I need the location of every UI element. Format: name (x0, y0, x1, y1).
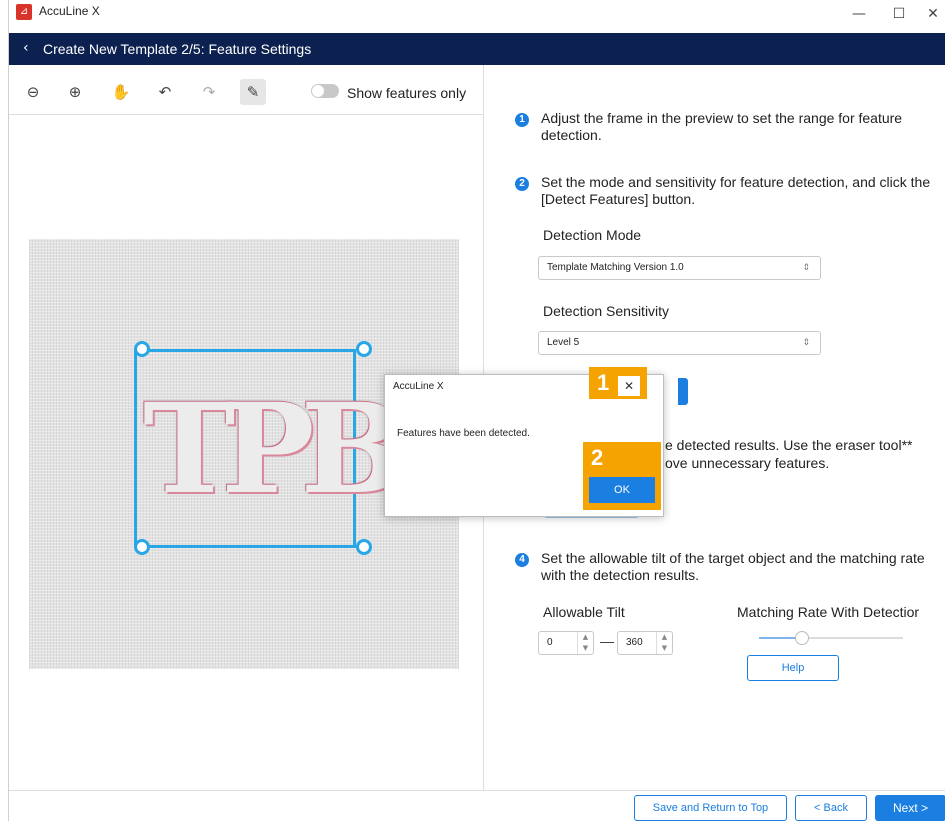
back-chevron-icon[interactable]: ‹ (23, 40, 29, 56)
allowable-tilt-label: Allowable Tilt (543, 604, 625, 620)
matching-rate-label: Matching Rate With Detectior (737, 604, 920, 620)
spin-arrows-icon[interactable]: ▲ ▼ (577, 632, 593, 654)
detection-sensitivity-select[interactable]: Level 5 ⇕ (538, 331, 821, 355)
detection-mode-select[interactable]: Template Matching Version 1.0 ⇕ (538, 256, 821, 280)
eraser-button[interactable]: ✎ (240, 79, 266, 105)
pan-hand-icon[interactable]: ✋ (111, 82, 131, 102)
preview-toolbar: ⊖ ⊕ ✋ ↶ ↷ ✎ Show features only (9, 65, 483, 115)
minimize-button[interactable]: — (841, 2, 877, 26)
step-2-badge: 2 (515, 177, 529, 191)
help-button[interactable]: Help (747, 655, 839, 681)
frame-handle-bottom-left[interactable] (134, 539, 150, 555)
show-features-toggle[interactable] (311, 84, 339, 98)
callout-1-number: 1 (597, 370, 610, 395)
step-4-badge: 4 (515, 553, 529, 567)
frame-handle-top-right[interactable] (356, 341, 372, 357)
undo-icon[interactable]: ↶ (155, 82, 175, 102)
step-1-badge: 1 (515, 113, 529, 127)
matching-rate-slider[interactable] (759, 631, 903, 645)
tilt-range-dash: — (600, 633, 614, 649)
zoom-in-icon[interactable]: ⊕ (65, 82, 85, 102)
page-header: ‹ Create New Template 2/5: Feature Setti… (9, 33, 349, 65)
step-4-text: Set the allowable tilt of the target obj… (541, 550, 925, 583)
save-return-button[interactable]: Save and Return to Top (634, 795, 787, 821)
show-features-label: Show features only (347, 85, 467, 101)
app-title: AccuLine X (39, 4, 100, 18)
detection-mode-label: Detection Mode (543, 227, 642, 243)
dialog-message: Features have been detected. (397, 428, 530, 439)
dialog-ok-button[interactable]: OK (589, 477, 655, 503)
tilt-min-input[interactable]: 0 ▲ ▼ (538, 631, 594, 655)
eraser-icon: ✎ (246, 83, 260, 101)
callout-2-number: 2 (591, 445, 604, 470)
zoom-out-icon[interactable]: ⊖ (23, 82, 43, 102)
page-title: Create New Template 2/5: Feature Setting… (43, 41, 312, 57)
tilt-max-input[interactable]: 360 ▲ ▼ (617, 631, 673, 655)
maximize-button[interactable]: ☐ (881, 2, 917, 26)
dialog-title: AccuLine X (393, 381, 444, 392)
header-background (349, 33, 945, 65)
frame-handle-bottom-right[interactable] (356, 539, 372, 555)
embroidery-logo: TPB (143, 377, 405, 522)
back-button[interactable]: < Back (795, 795, 867, 821)
tilt-max-value: 360 (626, 637, 643, 648)
detect-features-button[interactable] (678, 378, 688, 405)
title-bar: ⊿ AccuLine X — ☐ ✕ (9, 0, 945, 33)
tilt-min-value: 0 (547, 637, 553, 648)
close-window-button[interactable]: ✕ (915, 2, 945, 26)
frame-handle-top-left[interactable] (134, 341, 150, 357)
step-3-text-line2: ove unnecessary features. (665, 455, 830, 471)
next-button[interactable]: Next > (875, 795, 945, 821)
detection-frame[interactable]: TPB (134, 349, 405, 548)
select-arrows-icon: ⇕ (802, 338, 810, 348)
step-1-text: Adjust the frame in the preview to set t… (541, 110, 903, 143)
detection-sensitivity-value: Level 5 (547, 337, 580, 348)
app-logo-icon: ⊿ (16, 4, 32, 20)
spin-arrows-icon[interactable]: ▲ ▼ (656, 632, 672, 654)
step-3-text-line1: e detected results. Use the eraser tool*… (665, 437, 913, 453)
detection-sensitivity-label: Detection Sensitivity (543, 303, 670, 319)
step-2-text: Set the mode and sensitivity for feature… (541, 174, 931, 207)
select-arrows-icon: ⇕ (802, 263, 810, 273)
detection-mode-value: Template Matching Version 1.0 (547, 262, 684, 273)
dialog-close-icon[interactable]: ✕ (618, 376, 640, 396)
redo-icon[interactable]: ↷ (199, 82, 219, 102)
